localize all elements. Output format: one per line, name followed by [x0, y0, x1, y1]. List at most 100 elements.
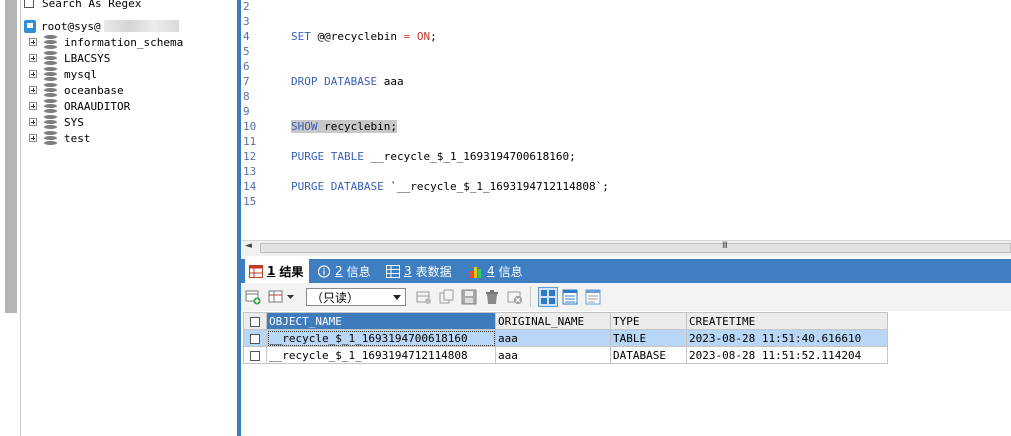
table-row[interactable]: __recycle_$_1_1693194700618160 aaa TABLE…: [243, 329, 888, 347]
dropdown-arrow-icon[interactable]: [286, 289, 295, 305]
database-icon: [44, 115, 57, 129]
identifier: aaa: [383, 75, 404, 88]
tab-info[interactable]: 2 信息: [317, 259, 371, 283]
tree-item-lbacsys[interactable]: LBACSYS: [29, 50, 110, 66]
readonly-value: （只读）: [311, 290, 360, 305]
line-number: 13: [243, 165, 257, 178]
tree-item-oceanbase[interactable]: oceanbase: [29, 82, 124, 98]
form-view-icon[interactable]: [562, 289, 578, 305]
add-row-icon[interactable]: [245, 289, 261, 305]
search-as-regex-option[interactable]: Search As Regex: [24, 0, 141, 10]
tab-number: 4: [487, 264, 495, 278]
tab-info-2[interactable]: 4 信息: [469, 259, 523, 283]
row-checkbox-cell[interactable]: [243, 346, 267, 364]
database-icon: [44, 35, 57, 49]
column-header-original-name[interactable]: ORIGINAL_NAME: [495, 312, 611, 330]
result-area: [241, 365, 1011, 436]
tree-item-sys[interactable]: SYS: [29, 114, 84, 130]
scroll-left-arrow-icon[interactable]: ◄: [245, 241, 252, 251]
column-header-type[interactable]: TYPE: [610, 312, 687, 330]
chart-info-icon: [470, 266, 481, 278]
database-icon: [44, 67, 57, 81]
expand-icon[interactable]: [29, 86, 37, 94]
database-icon: [44, 99, 57, 113]
code-line-show[interactable]: SHOW recyclebin;: [291, 120, 397, 133]
code-line-purge-database[interactable]: PURGE DATABASE `__recycle_$_1_1693194712…: [291, 180, 609, 193]
row-checkbox-cell[interactable]: [243, 329, 267, 347]
tree-item-label: LBACSYS: [64, 51, 111, 65]
line-number: 14: [243, 180, 257, 193]
redacted-host: [103, 20, 179, 32]
expand-icon[interactable]: [29, 118, 37, 126]
tree-item-oraauditor[interactable]: ORAAUDITOR: [29, 98, 130, 114]
line-number: 3: [243, 15, 250, 28]
toolbar-divider: [530, 287, 531, 307]
expand-icon[interactable]: [29, 70, 37, 78]
row-checkbox[interactable]: [250, 350, 260, 361]
line-number: 9: [243, 105, 250, 118]
expand-icon[interactable]: [29, 38, 37, 46]
chevron-down-icon: [393, 295, 401, 300]
cell-object-name[interactable]: __recycle_$_1_1693194700618160: [266, 329, 496, 347]
text-view-icon[interactable]: [585, 289, 601, 305]
table-data-icon: [386, 264, 400, 278]
code-line-drop[interactable]: DROP DATABASE aaa: [291, 75, 404, 88]
code-line-purge-table[interactable]: PURGE TABLE __recycle_$_1_16931947006181…: [291, 150, 576, 163]
tree-item-mysql[interactable]: mysql: [29, 66, 97, 82]
cell-original-name[interactable]: aaa: [495, 329, 611, 347]
tree-item-label: mysql: [64, 67, 98, 81]
grid-options-icon[interactable]: [268, 289, 284, 305]
connection-node[interactable]: root@sys@: [24, 17, 179, 35]
cell-type[interactable]: TABLE: [610, 329, 687, 347]
line-number: 7: [243, 75, 250, 88]
connection-icon: [24, 19, 36, 33]
column-header-object-name[interactable]: OBJECT_NAME: [266, 312, 496, 330]
left-vertical-scrollbar[interactable]: [5, 0, 17, 313]
database-icon: [44, 83, 57, 97]
save-icon[interactable]: [461, 289, 477, 305]
keyword: DROP DATABASE: [291, 75, 378, 88]
insert-row-icon[interactable]: [416, 289, 432, 305]
cancel-changes-icon[interactable]: [507, 289, 523, 305]
tree-item-label: information_schema: [64, 35, 184, 49]
tab-label: 表数据: [415, 264, 452, 279]
cell-original-name[interactable]: aaa: [495, 346, 611, 364]
copy-row-icon[interactable]: [439, 289, 455, 305]
cell-object-name[interactable]: __recycle_$_1_1693194712114808: [266, 346, 496, 364]
tab-number: 2: [335, 264, 343, 278]
tree-item-label: SYS: [64, 115, 84, 129]
result-grid-icon: [249, 264, 263, 278]
expand-icon[interactable]: [29, 134, 37, 142]
cell-createtime[interactable]: 2023-08-28 11:51:40.616610: [686, 329, 888, 347]
row-checkbox[interactable]: [250, 333, 260, 344]
readonly-select[interactable]: （只读）: [306, 288, 406, 306]
tab-number: 1: [267, 264, 276, 278]
tab-results[interactable]: 1 结果: [245, 259, 310, 283]
select-all-checkbox[interactable]: [250, 316, 260, 327]
tab-number: 3: [404, 264, 412, 278]
column-header-createtime[interactable]: CREATETIME: [686, 312, 888, 330]
cell-type[interactable]: DATABASE: [610, 346, 687, 364]
regex-checkbox[interactable]: [24, 0, 34, 8]
grid-view-icon[interactable]: [538, 287, 558, 307]
scrollbar-thumb[interactable]: [260, 243, 1011, 253]
line-number: 10: [243, 120, 257, 133]
semicolon: ;: [430, 30, 437, 43]
tab-table-data[interactable]: 3 表数据: [386, 259, 452, 283]
line-number: 2: [243, 0, 250, 13]
keyword: PURGE TABLE: [291, 150, 364, 163]
code-line-set[interactable]: SET @@recyclebin = ON;: [291, 30, 437, 43]
tab-label: 信息: [498, 264, 523, 279]
expand-icon[interactable]: [29, 102, 37, 110]
table-row[interactable]: __recycle_$_1_1693194712114808 aaa DATAB…: [243, 346, 888, 364]
result-grid[interactable]: OBJECT_NAME ORIGINAL_NAME TYPE CREATETIM…: [243, 312, 888, 364]
expand-icon[interactable]: [29, 54, 37, 62]
cell-createtime[interactable]: 2023-08-28 11:51:52.114204: [686, 346, 888, 364]
delete-icon[interactable]: [484, 289, 500, 305]
tree-item-test[interactable]: test: [29, 130, 91, 146]
identifier: __recycle_$_1_1693194700618160;: [370, 150, 576, 163]
select-all-cell[interactable]: [243, 312, 267, 330]
tree-item-information-schema[interactable]: information_schema: [29, 34, 183, 50]
value: ON: [416, 30, 431, 43]
scrollbar-grip-icon: III: [722, 241, 728, 251]
